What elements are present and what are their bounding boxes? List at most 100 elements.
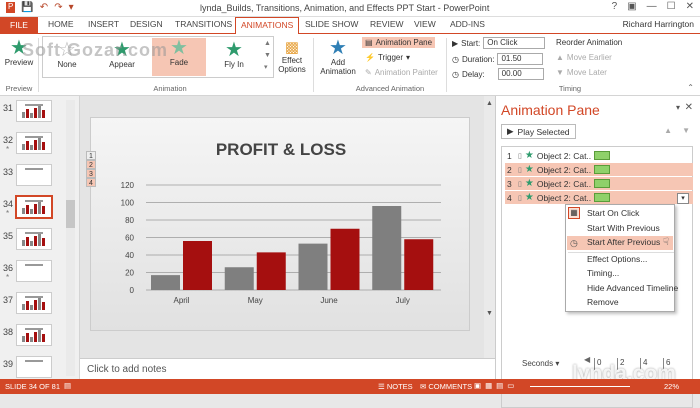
- seconds-dropdown[interactable]: Seconds ▾: [522, 359, 559, 368]
- delay-input[interactable]: 00.00: [497, 68, 544, 80]
- user-name[interactable]: Richard Harrington: [623, 19, 694, 29]
- notes-pane[interactable]: Click to add notes: [80, 358, 495, 379]
- chart-bar[interactable]: [151, 275, 180, 290]
- chart-bar[interactable]: [183, 241, 212, 290]
- animation-order-tag[interactable]: 1: [86, 151, 96, 160]
- x-category-label: May: [248, 296, 263, 305]
- add-animation-button[interactable]: ★ Add Animation: [316, 38, 360, 76]
- duration-input[interactable]: 01.50: [497, 53, 544, 65]
- collapse-ribbon-icon[interactable]: ⌃: [687, 83, 694, 92]
- undo-icon[interactable]: ↶: [40, 2, 48, 13]
- slide-thumbnail[interactable]: [16, 164, 52, 186]
- slide-thumbnail[interactable]: [16, 292, 52, 314]
- effect-options-button[interactable]: ▩ Effect Options: [276, 38, 308, 74]
- spell-check-icon[interactable]: ▤: [64, 381, 71, 390]
- scroll-up-icon[interactable]: ▲: [486, 100, 493, 107]
- ribbon-display-icon[interactable]: ▣: [627, 1, 636, 12]
- chart-bar[interactable]: [372, 206, 402, 290]
- pane-close-icon[interactable]: ✕: [685, 102, 693, 113]
- slide-thumbnail[interactable]: [15, 195, 53, 219]
- item-label: Object 2: Cat...: [536, 178, 591, 189]
- context-menu-item[interactable]: Start On Click: [587, 208, 639, 218]
- notes-button[interactable]: ☰ NOTES: [378, 382, 413, 391]
- scrollbar-thumb[interactable]: [66, 200, 75, 228]
- chart-bar[interactable]: [224, 267, 254, 290]
- tab-insert[interactable]: INSERT: [88, 19, 119, 29]
- animation-item[interactable]: 2 ▯ ★ Object 2: Cat...: [505, 163, 693, 176]
- thumbnail-bar: [26, 237, 29, 246]
- tab-review[interactable]: REVIEW: [370, 19, 404, 29]
- slide-canvas[interactable]: PROFIT & LOSS 0 20 40 60 80 100 120 April May Jun…: [90, 117, 470, 331]
- animation-order-tag[interactable]: 2: [86, 160, 96, 169]
- tab-transitions[interactable]: TRANSITIONS: [175, 19, 232, 29]
- animation-item[interactable]: 4 ▯ ★ Object 2: Cat...: [505, 191, 693, 204]
- item-dropdown-icon[interactable]: ▾: [677, 193, 689, 204]
- chart-bar[interactable]: [404, 239, 434, 290]
- pane-options-icon[interactable]: ▾: [676, 103, 680, 112]
- tab-design[interactable]: DESIGN: [130, 19, 163, 29]
- timing-bar: [593, 193, 610, 202]
- view-buttons[interactable]: ▣▦▤▭: [474, 381, 518, 390]
- menu-divider: [568, 252, 674, 253]
- y-tick-label: 80: [125, 216, 134, 225]
- tab-home[interactable]: HOME: [48, 19, 74, 29]
- context-menu-item[interactable]: Start After Previous: [587, 237, 660, 247]
- save-icon[interactable]: 💾: [21, 2, 33, 13]
- animation-fly-in-button[interactable]: ★ Fly In: [212, 40, 256, 69]
- trigger-button[interactable]: ⚡ Trigger ▾: [365, 53, 410, 62]
- animation-painter-button[interactable]: ✎ Animation Painter: [365, 68, 438, 77]
- tab-add-ins[interactable]: ADD-INS: [450, 19, 485, 29]
- move-earlier-button[interactable]: ▲ Move Earlier: [556, 53, 612, 62]
- minimize-icon[interactable]: —: [647, 1, 657, 12]
- context-menu-item[interactable]: Start With Previous: [587, 223, 660, 233]
- tab-animations[interactable]: ANIMATIONS: [235, 17, 300, 35]
- start-select[interactable]: On Click: [483, 37, 546, 49]
- context-menu-item[interactable]: Remove: [587, 297, 619, 307]
- delay-control: ◷ Delay: 00.00: [452, 68, 544, 80]
- item-number: 4: [507, 192, 512, 203]
- slide-thumbnail[interactable]: [16, 324, 52, 346]
- thumbnail-bar: [34, 236, 37, 246]
- redo-icon[interactable]: ↷: [54, 2, 62, 13]
- slide-thumbnail[interactable]: [16, 132, 52, 154]
- tab-view[interactable]: VIEW: [414, 19, 436, 29]
- thumbnail-scrollbar[interactable]: [66, 100, 75, 376]
- close-icon[interactable]: ✕: [686, 1, 694, 12]
- animation-item[interactable]: 3 ▯ ★ Object 2: Cat...: [505, 177, 693, 190]
- zoom-level[interactable]: 22%: [664, 382, 679, 391]
- zoom-slider[interactable]: [530, 386, 630, 387]
- scroll-down-icon[interactable]: ▼: [486, 310, 493, 317]
- chart-bar[interactable]: [256, 252, 286, 290]
- chart-bar[interactable]: [330, 228, 360, 290]
- slide-thumbnail[interactable]: [16, 260, 52, 282]
- y-tick-label: 100: [121, 199, 135, 208]
- animation-item[interactable]: 1 ▯ ★ Object 2: Cat...: [505, 149, 693, 162]
- profit-loss-chart[interactable]: 0 20 40 60 80 100 120 April May June July: [91, 118, 471, 332]
- tab-slide-show[interactable]: SLIDE SHOW: [305, 19, 358, 29]
- gallery-scroll[interactable]: ▲ ▼ ▾: [264, 38, 271, 74]
- move-down-icon[interactable]: ▼: [682, 126, 690, 135]
- play-selected-button[interactable]: ▶ Play Selected: [501, 124, 576, 139]
- slide-thumbnail[interactable]: [16, 228, 52, 250]
- animation-order-tag[interactable]: 4: [86, 178, 96, 187]
- context-menu-item[interactable]: Effect Options...: [587, 254, 647, 264]
- chart-bar[interactable]: [298, 243, 328, 290]
- customize-qat-icon[interactable]: ▾: [69, 2, 74, 13]
- slide-thumbnail[interactable]: [16, 356, 52, 378]
- divider: [446, 38, 447, 92]
- timing-bar: [593, 151, 610, 160]
- comments-button[interactable]: ✉ COMMENTS: [420, 382, 472, 391]
- item-label: Object 2: Cat...: [536, 150, 591, 161]
- editor-scrollbar[interactable]: ▲ ▼: [484, 96, 495, 358]
- move-up-icon[interactable]: ▲: [664, 126, 672, 135]
- context-menu-item[interactable]: Hide Advanced Timeline: [587, 283, 678, 293]
- context-menu-item[interactable]: Timing...: [587, 268, 619, 278]
- slide-thumbnail[interactable]: [16, 100, 52, 122]
- maximize-icon[interactable]: ☐: [667, 1, 676, 12]
- tab-file[interactable]: FILE: [0, 17, 38, 34]
- thumbnail-bar: [34, 140, 37, 150]
- move-later-button[interactable]: ▼ Move Later: [556, 68, 607, 77]
- animation-order-tag[interactable]: 3: [86, 169, 96, 178]
- animation-pane-button[interactable]: ▤ Animation Pane: [362, 37, 436, 48]
- help-icon[interactable]: ?: [612, 1, 618, 12]
